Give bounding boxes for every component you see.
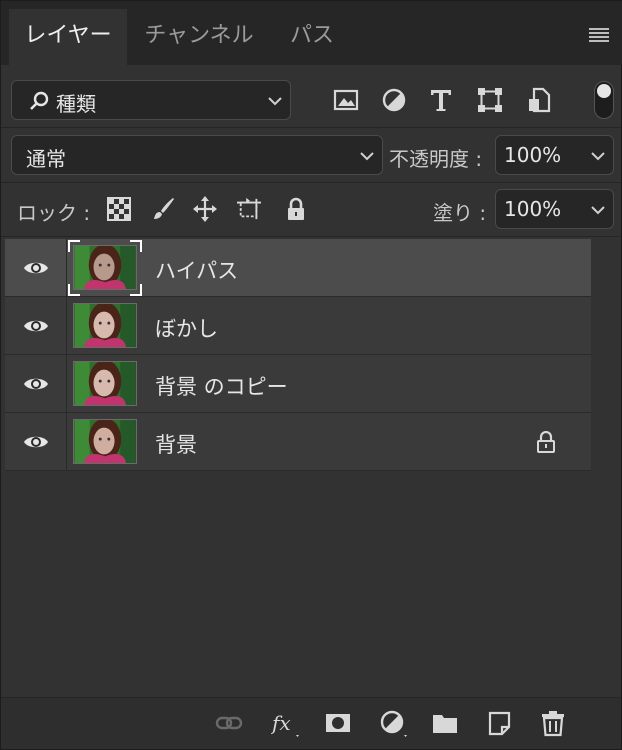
lock-icon[interactable]	[536, 431, 556, 453]
visibility-toggle[interactable]	[5, 297, 67, 354]
filter-kind-select[interactable]: 種類	[11, 80, 291, 120]
adjustment-filter-icon[interactable]	[381, 87, 407, 113]
chevron-down-icon	[360, 152, 374, 161]
filter-kind-label: 種類	[56, 92, 96, 116]
opacity-input[interactable]: 100%	[495, 135, 583, 175]
fill-input[interactable]: 100%	[495, 189, 583, 229]
blend-mode-value: 通常	[26, 147, 66, 171]
image-filter-icon[interactable]	[333, 87, 359, 113]
eye-icon	[24, 378, 48, 390]
link-layers-icon[interactable]	[215, 709, 243, 737]
layer-thumbnail	[73, 361, 137, 406]
add-mask-icon[interactable]	[324, 709, 352, 737]
lock-all-icon[interactable]	[284, 196, 308, 222]
chevron-down-icon	[591, 206, 605, 215]
layer-list: ハイパス ぼかし 背景 のコピー 背景	[5, 239, 591, 471]
lock-label: ロック :	[17, 201, 91, 225]
lock-position-icon[interactable]	[193, 196, 217, 222]
layer-name: 背景	[155, 433, 197, 457]
divider	[1, 236, 621, 237]
chevron-down-icon	[591, 152, 605, 161]
new-group-icon[interactable]	[431, 709, 459, 737]
layers-panel: レイヤー チャンネル パス 種類 通常 不透明度: 100% ロック: 塗り…	[0, 0, 622, 750]
layer-name: ぼかし	[155, 317, 218, 341]
eye-icon	[24, 436, 48, 448]
tab-bar: レイヤー チャンネル パス	[1, 1, 622, 65]
tab-layers[interactable]: レイヤー	[9, 9, 127, 65]
lock-artboard-icon[interactable]	[237, 196, 261, 222]
tab-channels[interactable]: チャンネル	[129, 9, 269, 65]
shape-filter-icon[interactable]	[477, 87, 503, 113]
layer-row[interactable]: 背景	[5, 413, 591, 471]
eye-icon	[24, 262, 48, 274]
fill-dropdown[interactable]	[582, 189, 614, 229]
panel-footer: fx	[1, 697, 621, 749]
visibility-toggle[interactable]	[5, 239, 67, 296]
layer-row[interactable]: 背景 のコピー	[5, 355, 591, 413]
opacity-dropdown[interactable]	[582, 135, 614, 175]
new-layer-icon[interactable]	[486, 709, 514, 737]
divider	[1, 127, 621, 128]
layer-row[interactable]: ぼかし	[5, 297, 591, 355]
smart-object-filter-icon[interactable]	[526, 87, 552, 113]
visibility-toggle[interactable]	[5, 413, 67, 470]
layer-thumbnail	[73, 419, 137, 464]
tab-paths[interactable]: パス	[271, 9, 353, 65]
type-filter-icon[interactable]	[428, 87, 454, 113]
search-icon	[30, 91, 49, 110]
opacity-label: 不透明度 :	[389, 147, 483, 171]
chevron-down-icon	[268, 97, 282, 106]
fill-value: 100%	[504, 197, 562, 221]
opacity-value: 100%	[504, 143, 562, 167]
blend-mode-select[interactable]: 通常	[11, 135, 383, 175]
lock-image-pixels-icon[interactable]	[151, 196, 175, 222]
fx-icon[interactable]: fx	[271, 709, 299, 737]
new-adjustment-icon[interactable]	[379, 709, 407, 737]
toggle-knob	[597, 84, 611, 98]
layer-row[interactable]: ハイパス	[5, 239, 591, 297]
layer-name: 背景 のコピー	[155, 375, 288, 399]
lock-transparent-pixels-icon[interactable]	[107, 196, 131, 222]
visibility-toggle[interactable]	[5, 355, 67, 412]
layer-name: ハイパス	[155, 259, 239, 283]
filter-toggle[interactable]	[594, 81, 614, 119]
eye-icon	[24, 320, 48, 332]
layer-thumbnail	[73, 303, 137, 348]
divider	[1, 182, 621, 183]
delete-layer-icon[interactable]	[539, 709, 567, 737]
fill-label: 塗り :	[433, 201, 487, 225]
layer-thumbnail	[73, 245, 137, 290]
svg-text:fx: fx	[271, 711, 291, 735]
hamburger-menu-icon[interactable]	[589, 28, 609, 42]
